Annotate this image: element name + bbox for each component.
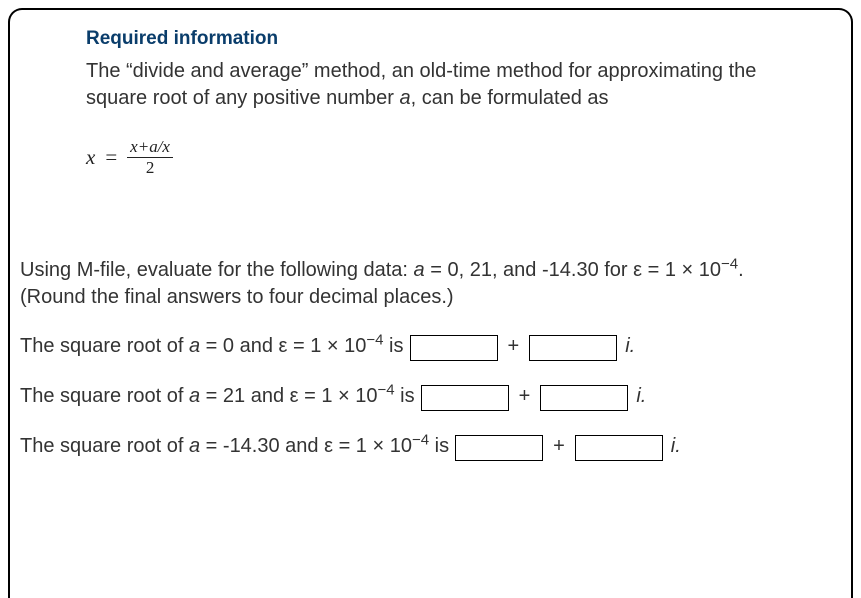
exponent: −4 [721,255,738,272]
imaginary-i: i. [623,335,635,358]
instructions-line1-pre: Using M-file, evaluate for the following… [20,259,414,281]
instructions-line1-end: . [738,259,744,281]
variable-a: a [189,335,200,357]
description-text-post: , can be formulated as [411,87,609,109]
exponent: −4 [412,431,429,448]
question-text-mid: = 21 and ε = 1 × 10 [200,385,377,407]
variable-a: a [189,435,200,457]
formula-fraction: x+a/x 2 [127,138,173,177]
exponent: −4 [366,331,383,348]
question-text-pre: The square root of [20,385,189,407]
formula-numerator: x+a/x [127,138,173,158]
required-info-block: Required information The “divide and ave… [86,28,821,177]
question-text-after: is [395,385,415,407]
question-text-mid: = 0 and ε = 1 × 10 [200,335,366,357]
imaginary-i: i. [669,435,681,458]
page-container: Required information The “divide and ave… [8,8,853,598]
instructions-line2: (Round the final answers to four decimal… [20,286,454,308]
plus-sign: + [549,435,569,458]
method-description: The “divide and average” method, an old-… [86,58,821,112]
question-row-1: The square root of a = 21 and ε = 1 × 10… [20,385,841,411]
formula-denominator: 2 [146,158,155,177]
exponent: −4 [378,381,395,398]
question-text-pre: The square root of [20,435,189,457]
formula-equals: = [105,145,117,170]
question-row-2: The square root of a = -14.30 and ε = 1 … [20,435,841,461]
answer-imag-input-2[interactable] [575,435,663,461]
plus-sign: + [515,385,535,408]
imaginary-i: i. [634,385,646,408]
section-heading: Required information [86,28,821,50]
answer-real-input-2[interactable] [455,435,543,461]
answer-imag-input-0[interactable] [529,335,617,361]
question-text-pre: The square root of [20,335,189,357]
formula-lhs: x [86,145,95,170]
variable-a: a [189,385,200,407]
answer-imag-input-1[interactable] [540,385,628,411]
instructions-line1-mid: = 0, 21, and -14.30 for ε = 1 × 10 [425,259,721,281]
answer-real-input-1[interactable] [421,385,509,411]
instructions-block: Using M-file, evaluate for the following… [20,257,841,311]
question-text-after: is [429,435,449,457]
plus-sign: + [504,335,524,358]
question-text-mid: = -14.30 and ε = 1 × 10 [200,435,412,457]
question-text-after: is [384,335,404,357]
variable-a: a [400,87,411,109]
variable-a: a [414,259,425,281]
question-row-0: The square root of a = 0 and ε = 1 × 10−… [20,335,841,361]
formula-block: x = x+a/x 2 [86,138,821,177]
answer-real-input-0[interactable] [410,335,498,361]
